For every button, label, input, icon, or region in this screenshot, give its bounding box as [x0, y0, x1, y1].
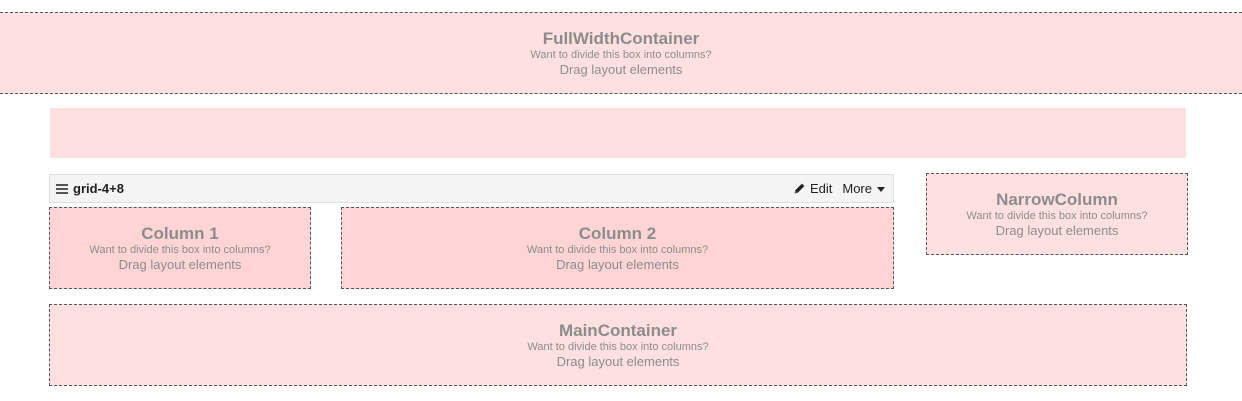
main-container-dropzone[interactable]: MainContainer Want to divide this box in… [49, 304, 1187, 386]
dropzone-hint: Want to divide this box into columns? [89, 244, 271, 256]
dropzone-drag-text: Drag layout elements [118, 257, 242, 272]
more-button-label: More [842, 181, 872, 196]
more-dropdown-button[interactable]: More [842, 181, 885, 196]
edit-button-label: Edit [809, 181, 833, 196]
edit-button[interactable]: Edit [793, 181, 832, 196]
pencil-icon [794, 183, 805, 194]
empty-row-placeholder[interactable] [50, 108, 1186, 158]
dropzone-title: NarrowColumn [996, 190, 1118, 209]
dropzone-drag-text: Drag layout elements [995, 223, 1119, 238]
grid-toolbar: grid-4+8 Edit More [49, 174, 894, 203]
grid-name: grid-4+8 [73, 181, 124, 196]
grid-toolbar-left: grid-4+8 [56, 181, 124, 196]
dropzone-hint: Want to divide this box into columns? [527, 341, 709, 353]
dropzone-title: FullWidthContainer [542, 29, 700, 48]
full-width-container-dropzone[interactable]: FullWidthContainer Want to divide this b… [0, 12, 1242, 94]
dropzone-title: Column 2 [578, 224, 657, 243]
grid-toolbar-actions: Edit More [793, 181, 885, 196]
column-1-dropzone[interactable]: Column 1 Want to divide this box into co… [49, 207, 311, 289]
dropzone-drag-text: Drag layout elements [556, 354, 680, 369]
dropzone-hint: Want to divide this box into columns? [966, 210, 1148, 222]
dropzone-hint: Want to divide this box into columns? [530, 49, 712, 61]
layout-editor: FullWidthContainer Want to divide this b… [0, 0, 1242, 401]
drag-handle-icon[interactable] [56, 183, 68, 194]
dropzone-title: Column 1 [141, 224, 219, 243]
column-2-dropzone[interactable]: Column 2 Want to divide this box into co… [341, 207, 894, 289]
caret-down-icon [877, 187, 885, 192]
narrow-column-dropzone[interactable]: NarrowColumn Want to divide this box int… [926, 173, 1188, 255]
dropzone-hint: Want to divide this box into columns? [526, 244, 709, 256]
dropzone-drag-text: Drag layout elements [559, 62, 683, 77]
dropzone-drag-text: Drag layout elements [556, 257, 679, 272]
dropzone-title: MainContainer [558, 321, 678, 340]
